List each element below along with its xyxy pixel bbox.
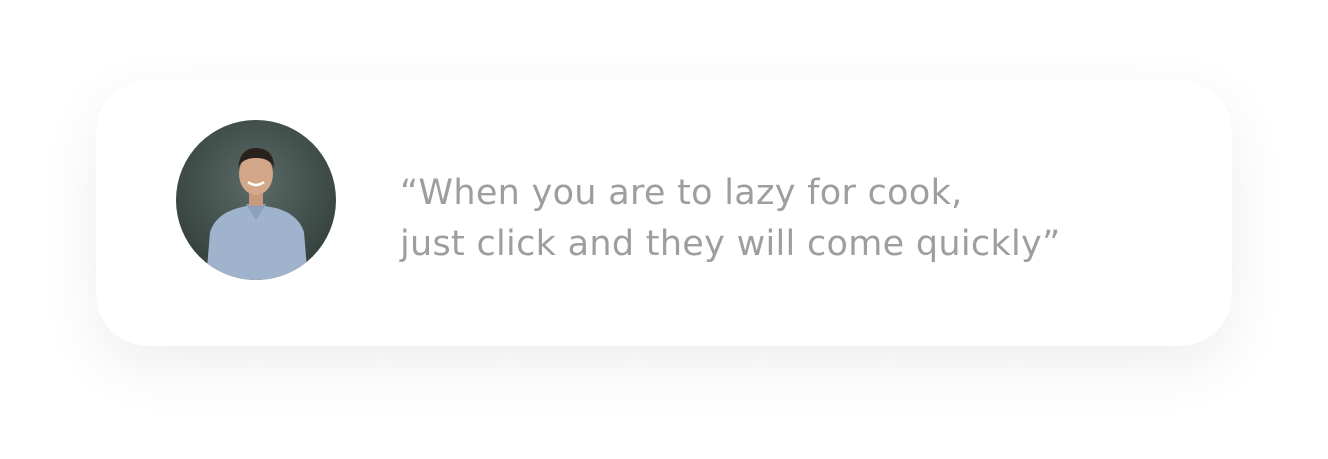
person-photo-icon bbox=[176, 120, 336, 280]
quote-line-2: just click and they will come quickly” bbox=[400, 224, 1061, 264]
testimonial-quote: “When you are to lazy for cook, just cli… bbox=[400, 168, 1061, 270]
avatar bbox=[176, 120, 336, 280]
testimonial-card: “When you are to lazy for cook, just cli… bbox=[96, 80, 1232, 346]
quote-line-1: “When you are to lazy for cook, bbox=[400, 173, 963, 213]
